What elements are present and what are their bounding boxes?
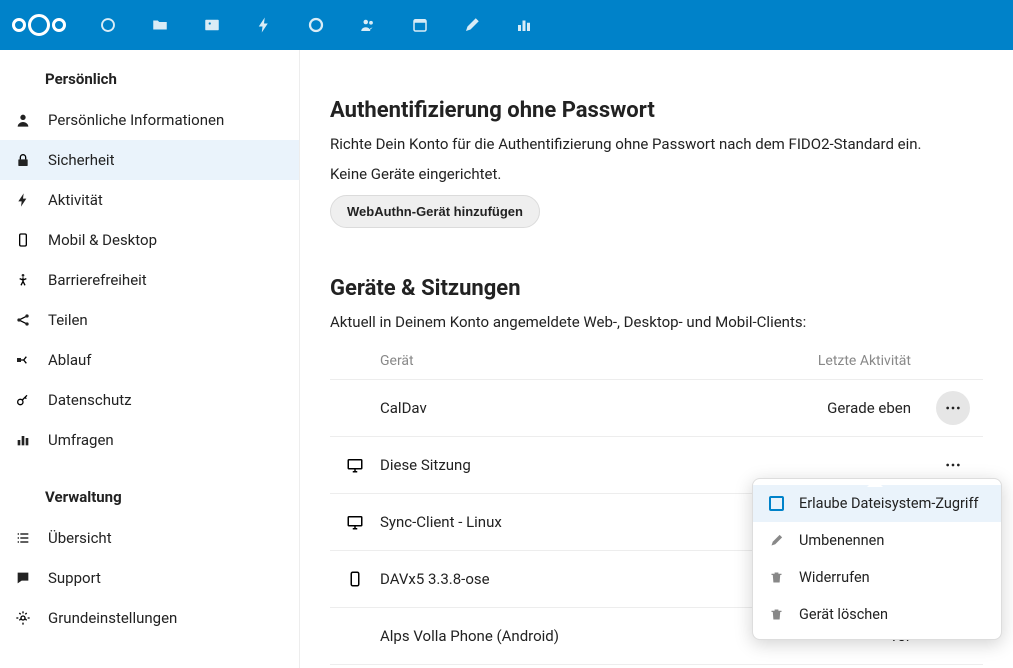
lock-icon <box>14 152 32 168</box>
dashboard-icon[interactable] <box>86 3 130 47</box>
bubble-icon <box>14 570 32 586</box>
sidebar-item-bars[interactable]: Umfragen <box>0 420 299 460</box>
session-row: CalDavGerade eben <box>330 380 983 437</box>
photos-icon[interactable] <box>190 3 234 47</box>
device-name: DAVx5 3.3.8-ose <box>380 570 753 588</box>
sessions-description: Aktuell in Deinem Konto angemeldete Web-… <box>330 313 983 331</box>
trash-icon <box>767 607 785 622</box>
popover-allow-filesystem[interactable]: Erlaube Dateisystem-Zugriff <box>753 485 1001 522</box>
talk-icon[interactable] <box>294 3 338 47</box>
device-name: Sync-Client - Linux <box>380 513 753 531</box>
sessions-title: Geräte & Sitzungen <box>330 276 983 301</box>
sidebar-item-label: Umfragen <box>48 431 114 449</box>
auth-description: Richte Dein Konto für die Authentifizier… <box>330 135 983 153</box>
device-name: CalDav <box>380 399 753 417</box>
auth-title: Authentifizierung ohne Passwort <box>330 98 983 123</box>
top-navbar <box>0 0 1013 50</box>
calendar-icon[interactable] <box>398 3 442 47</box>
sidebar-item-label: Übersicht <box>48 529 112 547</box>
notes-icon[interactable] <box>450 3 494 47</box>
app-logo[interactable] <box>12 14 66 36</box>
user-icon <box>14 112 32 128</box>
sidebar-item-label: Mobil & Desktop <box>48 231 157 249</box>
device-type-icon <box>330 513 380 531</box>
sidebar-item-label: Barrierefreiheit <box>48 271 147 289</box>
sidebar-item-key[interactable]: Datenschutz <box>0 380 299 420</box>
sidebar-group-personal: Persönlich <box>0 58 299 100</box>
gear-icon <box>14 610 32 626</box>
device-name: Diese Sitzung <box>380 456 753 474</box>
sidebar-item-label: Ablauf <box>48 351 92 369</box>
row-actions-button[interactable] <box>936 391 970 425</box>
sidebar-item-flow[interactable]: Ablauf <box>0 340 299 380</box>
sidebar-item-label: Grundeinstellungen <box>48 609 177 627</box>
row-actions-button[interactable] <box>936 448 970 482</box>
checkbox-icon <box>769 496 784 511</box>
sidebar-item-access[interactable]: Barrierefreiheit <box>0 260 299 300</box>
popover-delete-label: Gerät löschen <box>799 606 888 623</box>
bolt-icon <box>14 192 32 208</box>
sidebar-group-admin: Verwaltung <box>0 476 299 518</box>
settings-sidebar: Persönlich Persönliche Informationen Sich… <box>0 50 300 668</box>
sidebar-item-label: Persönliche Informationen <box>48 111 224 129</box>
last-activity: Gerade eben <box>753 399 923 417</box>
key-icon <box>14 392 32 408</box>
col-activity: Letzte Aktivität <box>753 353 923 369</box>
device-name: Alps Volla Phone (Android) <box>380 627 753 645</box>
auth-no-devices: Keine Geräte eingerichtet. <box>330 165 983 183</box>
files-icon[interactable] <box>138 3 182 47</box>
trash-icon <box>767 570 785 585</box>
popover-rename-label: Umbenennen <box>799 532 884 549</box>
add-webauthn-button[interactable]: WebAuthn-Gerät hinzufügen <box>330 195 540 228</box>
popover-delete[interactable]: Gerät löschen <box>753 596 1001 633</box>
col-device: Gerät <box>380 353 753 369</box>
sidebar-item-bubble[interactable]: Support <box>0 558 299 598</box>
sidebar-item-label: Sicherheit <box>48 151 114 169</box>
popover-revoke[interactable]: Widerrufen <box>753 559 1001 596</box>
sidebar-item-bolt[interactable]: Aktivität <box>0 180 299 220</box>
contacts-icon[interactable] <box>346 3 390 47</box>
sidebar-item-share[interactable]: Teilen <box>0 300 299 340</box>
flow-icon <box>14 352 32 368</box>
access-icon <box>14 272 32 288</box>
popover-rename[interactable]: Umbenennen <box>753 522 1001 559</box>
sidebar-item-list[interactable]: Übersicht <box>0 518 299 558</box>
polls-icon[interactable] <box>502 3 546 47</box>
device-type-icon <box>330 570 380 588</box>
device-type-icon <box>330 456 380 474</box>
sidebar-item-label: Aktivität <box>48 191 103 209</box>
session-actions-popover: Erlaube Dateisystem-Zugriff Umbenennen W… <box>752 478 1002 640</box>
sidebar-item-label: Teilen <box>48 311 88 329</box>
sidebar-item-label: Support <box>48 569 101 587</box>
sidebar-item-lock[interactable]: Sicherheit <box>0 140 299 180</box>
table-header: Gerät Letzte Aktivität <box>330 343 983 380</box>
sidebar-item-gear[interactable]: Grundeinstellungen <box>0 598 299 638</box>
bars-icon <box>14 432 32 448</box>
list-icon <box>14 530 32 546</box>
sidebar-item-label: Datenschutz <box>48 391 132 409</box>
pencil-icon <box>767 533 785 548</box>
share-icon <box>14 312 32 328</box>
activity-icon[interactable] <box>242 3 286 47</box>
phone-icon <box>14 232 32 248</box>
popover-revoke-label: Widerrufen <box>799 569 870 586</box>
popover-allow-fs-label: Erlaube Dateisystem-Zugriff <box>799 495 979 512</box>
sidebar-item-phone[interactable]: Mobil & Desktop <box>0 220 299 260</box>
sidebar-item-user[interactable]: Persönliche Informationen <box>0 100 299 140</box>
passwordless-auth-section: Authentifizierung ohne Passwort Richte D… <box>330 98 1013 228</box>
